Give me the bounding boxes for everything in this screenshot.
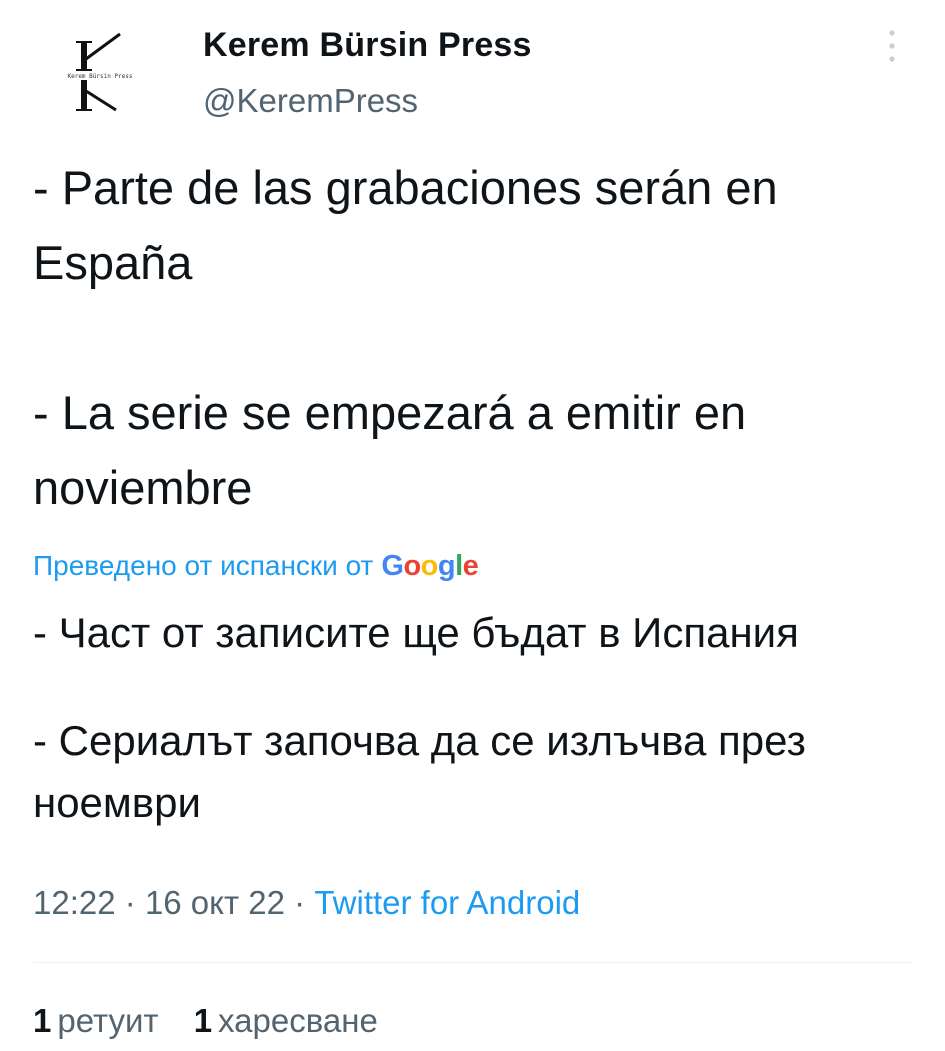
- google-letter: e: [462, 549, 479, 582]
- google-letter: g: [437, 549, 456, 582]
- tweet-line: - La serie se empezará a emitir en novie…: [33, 386, 747, 514]
- likes-label: харесване: [218, 1002, 378, 1039]
- author-avatar[interactable]: Kerem Bürsin Press: [44, 22, 156, 134]
- tweet-card: Kerem Bürsin Press Kerem Bürsin Press @K…: [0, 0, 945, 1051]
- translated-line: - Част от записите ще бъдат в Испания: [33, 609, 799, 656]
- tweet-date[interactable]: 16 окт 22: [145, 884, 285, 921]
- google-logo: Google: [381, 550, 478, 583]
- tweet-meta: 12:22 · 16 окт 22 · Twitter for Android: [33, 884, 580, 922]
- meta-separator: ·: [124, 884, 136, 921]
- k-monogram-logo: Kerem Bürsin Press: [67, 32, 133, 112]
- author-display-name[interactable]: Kerem Bürsin Press: [203, 26, 532, 65]
- tweet-time[interactable]: 12:22: [33, 884, 116, 921]
- tweet-source[interactable]: Twitter for Android: [314, 884, 580, 921]
- tweet-line: - Parte de las grabaciones serán en Espa…: [33, 161, 778, 289]
- tweet-stats: 1 ретуит 1 харесване: [33, 1002, 404, 1040]
- more-vertical-icon: [889, 30, 895, 62]
- google-letter: G: [381, 549, 404, 582]
- retweets-stat[interactable]: 1 ретуит: [33, 1002, 159, 1040]
- divider: [33, 962, 913, 963]
- translation-label: Преведено от испански от: [33, 550, 374, 581]
- google-letter: o: [403, 549, 421, 582]
- retweets-label: ретуит: [57, 1002, 159, 1039]
- google-letter: l: [455, 549, 463, 582]
- more-options-button[interactable]: [872, 24, 912, 68]
- translated-line: - Сериалът започва да се излъчва през но…: [33, 717, 806, 826]
- translation-attribution[interactable]: Преведено от испански от Google: [33, 546, 479, 586]
- retweets-count: 1: [33, 1002, 52, 1039]
- google-letter: o: [420, 549, 439, 582]
- avatar-small-text: Kerem Bürsin Press: [67, 73, 132, 80]
- likes-stat[interactable]: 1 харесване: [194, 1002, 378, 1040]
- translated-text: - Част от записите ще бъдат в Испания - …: [33, 602, 913, 834]
- author-handle[interactable]: @KeremPress: [203, 82, 418, 120]
- meta-separator: ·: [294, 884, 306, 921]
- likes-count: 1: [193, 1002, 213, 1039]
- tweet-text: - Parte de las grabaciones serán en Espa…: [33, 150, 913, 525]
